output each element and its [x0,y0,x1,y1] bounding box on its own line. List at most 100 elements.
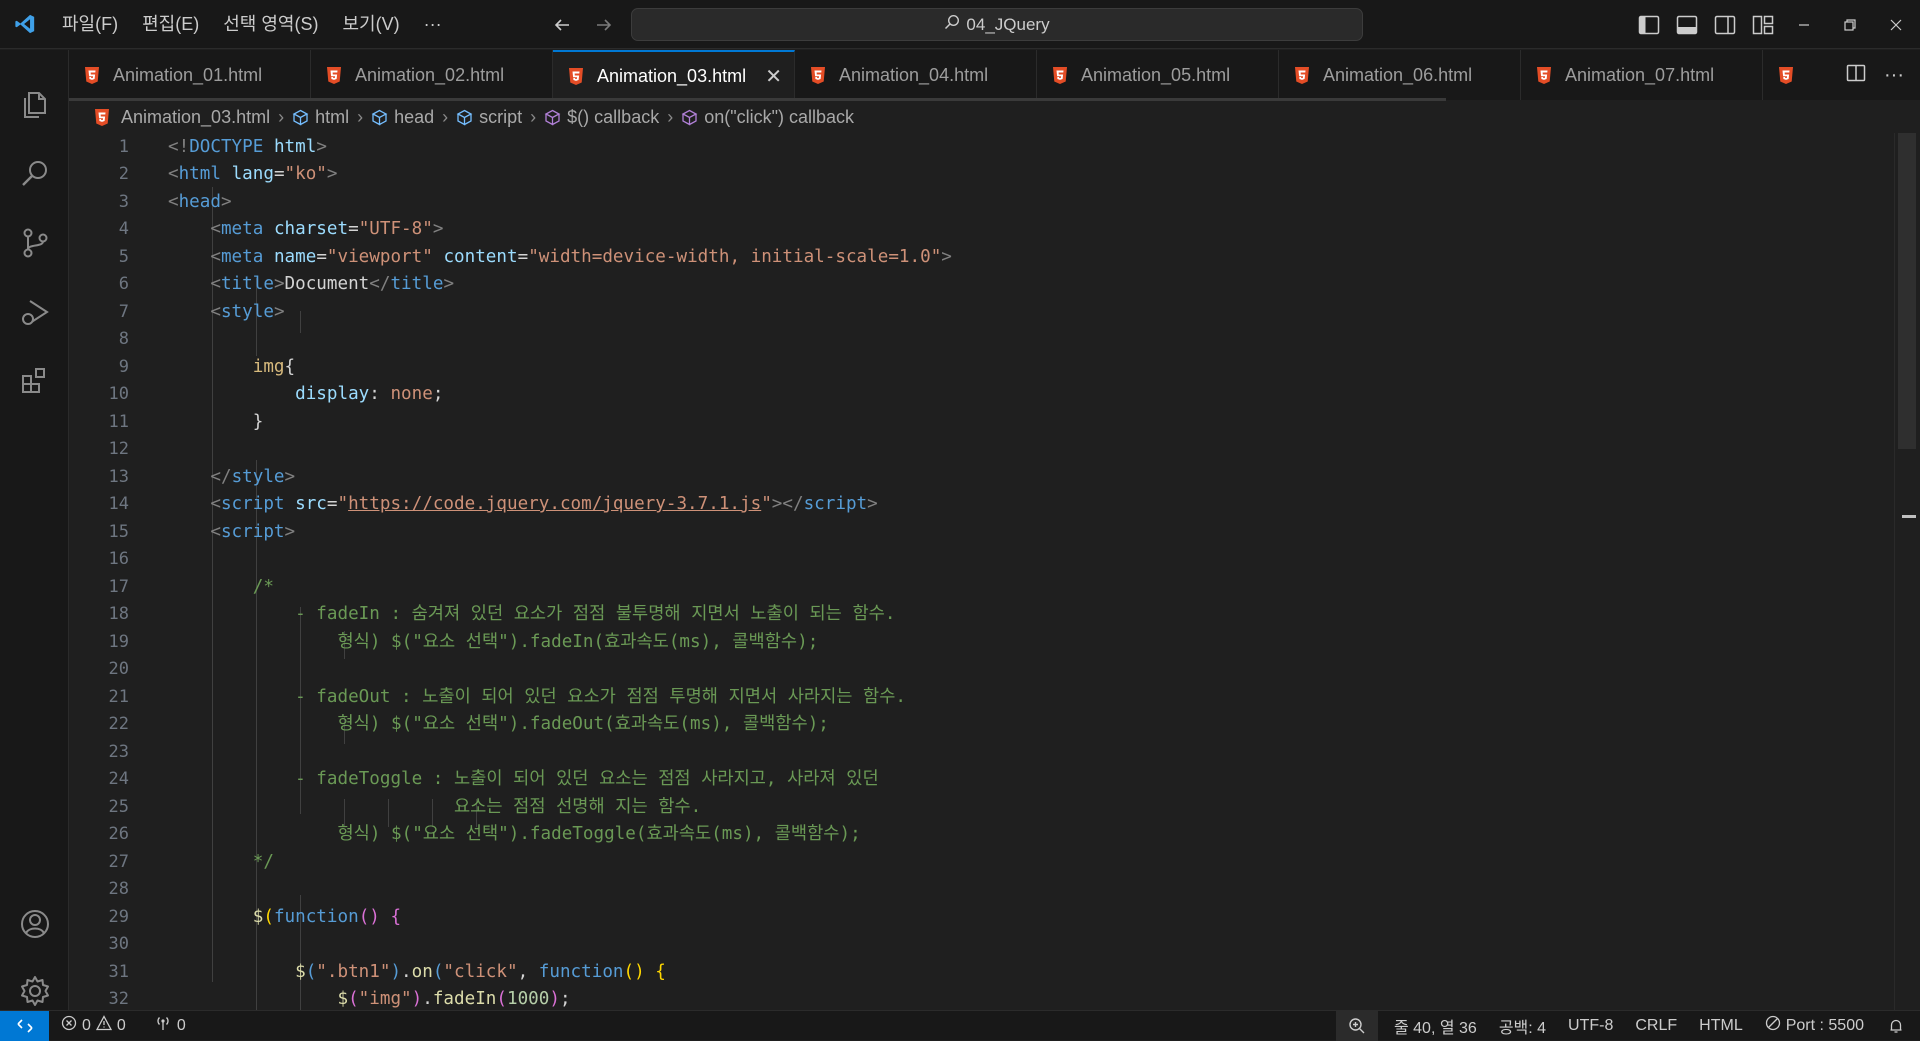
forward-arrow-icon[interactable] [590,11,618,39]
chevron-right-icon: › [357,106,364,127]
code-line: 21 - fadeOut : 노출이 되어 있던 요소가 점점 투명해 지면서 … [69,684,1849,711]
line-number: 3 [118,192,129,212]
tab-animation-01[interactable]: Animation_01.html [69,50,311,100]
split-editor-icon[interactable] [1846,63,1866,88]
more-actions-icon[interactable]: ··· [1884,64,1904,87]
code-editor[interactable]: 1 <!DOCTYPE html> 2 <html lang="ko"> 3 <hea… [69,133,1920,1010]
line-content: <title>Document</title> [210,274,455,294]
tab-animation-04[interactable]: Animation_04.html [795,50,1037,100]
restore-icon[interactable] [1828,0,1872,49]
line-number: 1 [118,137,129,157]
code-line: 18 - fadeIn : 숨겨져 있던 요소가 점점 불투명해 지면서 노출이… [69,601,1849,628]
breadcrumb-file[interactable]: Animation_03.html [121,107,270,128]
line-content: <script> [210,522,296,542]
ports-indicator[interactable]: 0 [146,1011,194,1041]
code-line: 3 <head> [69,189,1849,216]
extensions-icon[interactable] [0,352,69,410]
code-line: 26 형식) $("요소 선택").fadeToggle(효과속도(ms), 콜… [69,821,1849,848]
line-content: /* [252,577,274,597]
command-center-search[interactable]: 04_JQuery [631,8,1363,41]
line-content: } [168,412,264,432]
problems-indicator[interactable]: 0 0 [53,1011,134,1041]
toggle-primary-sidebar-icon[interactable] [1636,12,1662,38]
menu-file[interactable]: 파일(F) [50,0,130,49]
menu-edit[interactable]: 편집(E) [130,0,211,49]
close-tab-icon[interactable]: ✕ [765,64,782,89]
line-content: $(".btn1").on("click", function() { [295,962,666,982]
line-number: 6 [118,274,129,294]
accounts-icon[interactable] [0,895,69,953]
tab-animation-03[interactable]: Animation_03.html ✕ [553,50,795,101]
breadcrumb-item-head[interactable]: head [394,107,434,128]
line-number: 5 [118,247,129,267]
line-content: - fadeIn : 숨겨져 있던 요소가 점점 불투명해 지면서 노출이 되는… [168,604,896,624]
line-number: 30 [108,934,129,954]
code-line: 16 [69,546,1849,573]
line-content: <!DOCTYPE html> [168,137,327,157]
language-mode[interactable]: HTML [1691,1011,1751,1041]
line-content: </style> [210,467,296,487]
line-number: 21 [108,687,129,707]
code-line: 28 [69,876,1849,903]
minimize-icon[interactable] [1782,0,1826,49]
tab-animation-05[interactable]: Animation_05.html [1037,50,1279,100]
live-server-port[interactable]: Port : 5500 [1757,1011,1872,1041]
tab-label: Animation_01.html [113,64,263,85]
warning-count: 0 [116,1016,126,1034]
source-control-icon[interactable] [0,214,69,272]
line-content: <script src="https://code.jquery.com/jqu… [210,494,878,514]
code-line: 15 <script> [69,519,1849,546]
toggle-panel-icon[interactable] [1674,12,1700,38]
tab-animation-06[interactable]: Animation_06.html [1279,50,1521,100]
function-cube-icon [681,109,698,126]
tab-animation-07[interactable]: Animation_07.html [1521,50,1763,100]
line-number: 27 [108,852,129,872]
cursor-position[interactable]: 줄 40, 열 36 [1386,1011,1485,1041]
tab-animation-02[interactable]: Animation_02.html [311,50,553,100]
html-file-icon [1537,66,1551,84]
editor-scrollbar-track[interactable] [1894,133,1920,1010]
breadcrumb-item-script[interactable]: script [479,107,522,128]
toggle-secondary-sidebar-icon[interactable] [1712,12,1738,38]
breadcrumb-item-click-callback[interactable]: on("click") callback [704,107,854,128]
line-number: 25 [108,797,129,817]
customize-layout-icon[interactable] [1750,12,1776,38]
notifications-bell-icon[interactable] [1880,1011,1912,1041]
run-debug-icon[interactable] [0,283,69,341]
chevron-right-icon: › [442,106,449,127]
search-sidebar-icon[interactable] [0,145,69,203]
end-of-line[interactable]: CRLF [1627,1011,1685,1041]
zoom-icon[interactable] [1335,1010,1378,1041]
tab-label: Animation_06.html [1323,64,1473,85]
menu-selection[interactable]: 선택 영역(S) [211,0,330,49]
breadcrumb-item-callback[interactable]: $() callback [567,107,659,128]
tab-label: Animation_02.html [355,64,505,85]
line-number: 13 [108,467,129,487]
html-file-icon [1295,66,1309,84]
menu-more[interactable]: ··· [412,0,454,49]
breadcrumb: Animation_03.html › html › head › script… [69,101,1920,133]
line-content: 요소는 점점 선명해 지는 함수. [168,797,702,817]
command-center-text: 04_JQuery [966,14,1050,34]
line-number: 26 [108,824,129,844]
encoding[interactable]: UTF-8 [1560,1011,1621,1041]
explorer-icon[interactable] [0,76,69,134]
chevron-right-icon: › [667,106,674,127]
breadcrumb-item-html[interactable]: html [315,107,349,128]
back-arrow-icon[interactable] [548,11,576,39]
line-number: 19 [108,632,129,652]
html-file-icon [1053,66,1067,84]
indentation[interactable]: 공백: 4 [1491,1011,1554,1041]
line-number: 2 [118,164,129,184]
menu-view[interactable]: 보기(V) [330,0,411,49]
code-line: 11 } [69,409,1849,436]
line-number: 8 [118,329,129,349]
editor-scrollbar-thumb[interactable] [1898,133,1916,449]
close-window-icon[interactable] [1874,0,1918,49]
line-content: $("img").fadeIn(1000); [337,989,571,1009]
code-line: 8 [69,326,1849,353]
remote-indicator-icon[interactable] [0,1010,49,1041]
error-icon [61,1015,77,1036]
code-line: 6 <title>Document</title> [69,271,1849,298]
editor-actions: ··· [1800,50,1920,100]
